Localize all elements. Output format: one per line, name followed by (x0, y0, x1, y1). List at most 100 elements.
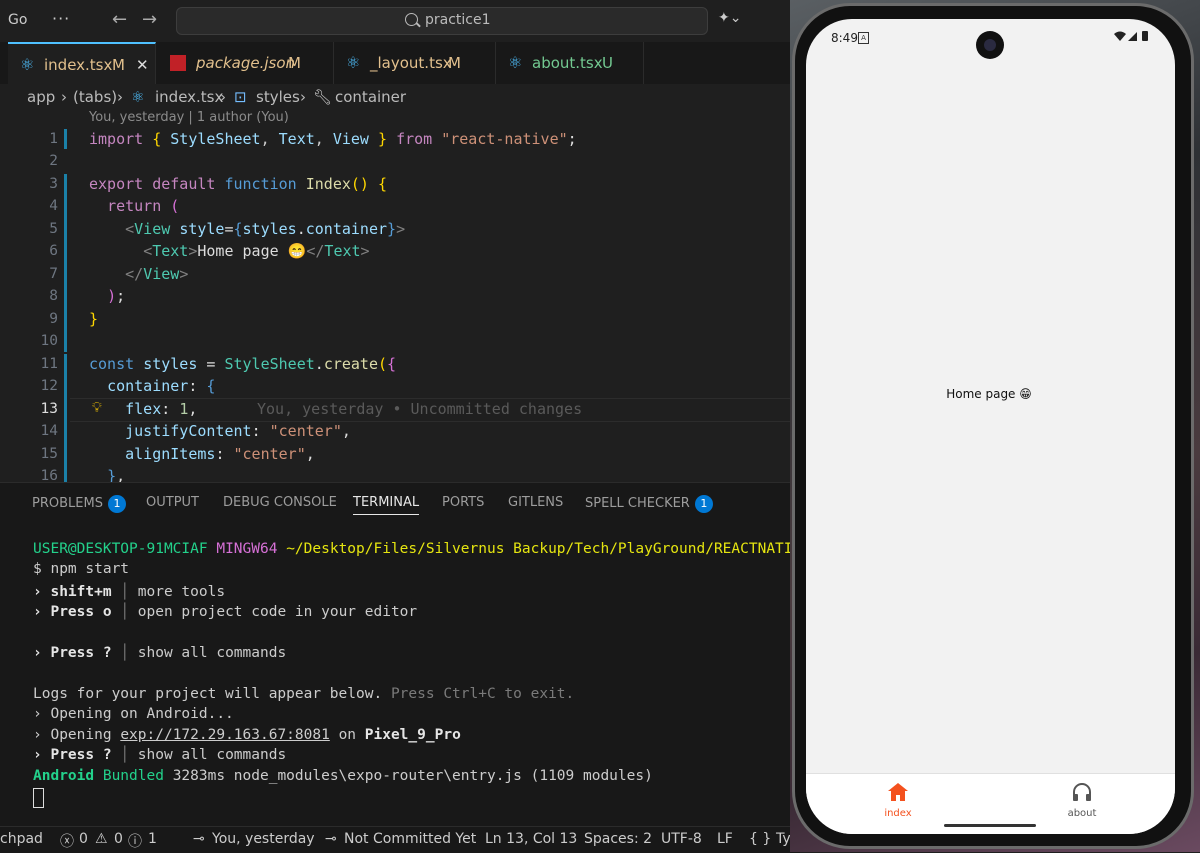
back-arrow-icon[interactable]: ← (112, 9, 127, 30)
line-number: 12 (40, 378, 58, 394)
terminal-line: › Press o │ open project code in your ed… (33, 604, 418, 620)
line-number: 5 (49, 221, 58, 237)
react-icon: ⚛ (508, 53, 523, 72)
tab-output[interactable]: OUTPUT (146, 495, 199, 510)
more-menu-icon[interactable]: ··· (52, 9, 70, 28)
code-line: }, (107, 467, 126, 482)
tab-label: package.json (196, 54, 296, 72)
terminal-line: Logs for your project will appear below.… (33, 686, 575, 702)
system-status-icons (1113, 30, 1151, 45)
braces-icon: { } (749, 831, 772, 847)
react-icon: ⚛ (346, 53, 361, 72)
dev-server-url[interactable]: exp://172.29.163.67:8081 (120, 727, 330, 743)
gesture-handle[interactable] (944, 824, 1036, 827)
info-count[interactable]: 1 (148, 831, 157, 847)
codelens-blame[interactable]: You, yesterday | 1 author (You) (89, 110, 289, 125)
code-line: flex: 1, (125, 400, 198, 418)
code-line: container: { (107, 377, 216, 395)
forward-arrow-icon[interactable]: → (142, 9, 157, 30)
home-page-text: Home page 😁 (946, 387, 1032, 401)
terminal-line: › Opening on Android... (33, 706, 234, 722)
status-time: 8:49 (831, 31, 858, 45)
tab-index-tsx[interactable]: ⚛ index.tsx M ✕ (8, 42, 156, 84)
line-number: 14 (40, 423, 58, 439)
close-icon[interactable]: ✕ (136, 44, 149, 86)
code-line: </View> (125, 265, 189, 283)
copilot-chat-icon[interactable]: ✦⌄ (718, 10, 741, 26)
tab-about[interactable]: about (1042, 782, 1122, 819)
error-count[interactable]: 0 (79, 831, 88, 847)
command-center-search[interactable]: practice1 (176, 7, 708, 35)
breadcrumb: app › (tabs) › ⚛ index.tsx › ⊡ styles › … (0, 84, 800, 110)
git-gutter-added (64, 174, 67, 352)
tab-label: index (884, 808, 912, 819)
wrench-icon: 🔧︎ (313, 88, 333, 106)
terminal-line: Android Bundled 3283ms node_modules\expo… (33, 768, 653, 784)
code-line: return ( (107, 197, 180, 215)
tab-problems[interactable]: PROBLEMS 1 (32, 495, 126, 513)
tab-ports[interactable]: PORTS (442, 495, 484, 510)
code-line: ); (107, 287, 126, 305)
search-icon (405, 13, 418, 26)
tab-status: M (112, 56, 125, 74)
tab-index[interactable]: index (858, 782, 938, 819)
breadcrumb-container[interactable]: container (335, 88, 406, 106)
notification-icon: A (858, 32, 869, 44)
bottom-panel: PROBLEMS 1 OUTPUT DEBUG CONSOLE TERMINAL … (0, 482, 801, 827)
status-commit[interactable]: Not Committed Yet (344, 831, 476, 847)
line-ending[interactable]: LF (717, 831, 733, 847)
terminal-line: › Opening exp://172.29.163.67:8081 on Pi… (33, 727, 461, 743)
tab-label: index.tsx (44, 56, 113, 74)
tab-about-tsx[interactable]: ⚛ about.tsx U (496, 42, 644, 84)
code-line: <View style={styles.container}> (125, 220, 406, 238)
tab-layout-tsx[interactable]: ⚛ _layout.tsx M (334, 42, 496, 84)
workspace-name: practice1 (425, 12, 491, 28)
info-icon[interactable]: ⓘ (128, 831, 142, 851)
terminal-line: › shift+m │ more tools (33, 584, 226, 600)
react-icon: ⚛ (20, 55, 35, 74)
terminal-line: › Press ? │ show all commands (33, 747, 287, 763)
line-number: 9 (49, 311, 58, 327)
variable-icon: ⊡ (234, 88, 247, 106)
terminal-command: $ npm start (33, 561, 130, 577)
code-line: justifyContent: "center", (125, 422, 351, 440)
tab-package-json[interactable]: package.json M (156, 42, 334, 84)
tab-label: about (1067, 808, 1097, 819)
indentation[interactable]: Spaces: 2 (584, 831, 652, 847)
line-number-current: 13 (40, 401, 58, 417)
breadcrumb-tabs[interactable]: (tabs) (73, 88, 117, 106)
inline-blame: You, yesterday • Uncommitted changes (257, 400, 583, 418)
tab-spell-checker[interactable]: SPELL CHECKER 1 (585, 495, 713, 513)
react-icon: ⚛ (131, 88, 145, 106)
line-number: 1 (49, 131, 58, 147)
code-editor[interactable]: You, yesterday | 1 author (You) 1 2 3 4 … (0, 110, 790, 482)
phone-screen[interactable]: 8:49 A Home page 😁 index about (806, 19, 1175, 834)
git-commit-icon: ⊸ (325, 831, 337, 847)
code-line: export default function Index() { (89, 175, 388, 193)
tab-terminal[interactable]: TERMINAL (353, 495, 420, 515)
breadcrumb-file[interactable]: index.tsx (155, 88, 223, 106)
git-gutter-added (64, 129, 67, 149)
go-menu[interactable]: Go (8, 12, 27, 28)
breadcrumb-app[interactable]: app (27, 88, 55, 106)
problems-count-badge: 1 (107, 495, 126, 513)
tab-debug-console[interactable]: DEBUG CONSOLE (223, 495, 337, 510)
code-line: <Text>Home page 😁</Text> (143, 242, 370, 260)
spell-count-badge: 1 (694, 495, 713, 513)
terminal-prompt: USER@DESKTOP-91MCIAF MINGW64 ~/Desktop/F… (33, 541, 801, 557)
status-blame[interactable]: You, yesterday (212, 831, 315, 847)
encoding[interactable]: UTF-8 (661, 831, 702, 847)
error-icon[interactable]: ⓧ (60, 831, 74, 851)
breadcrumb-styles[interactable]: styles (256, 88, 300, 106)
tab-gitlens[interactable]: GITLENS (508, 495, 563, 510)
status-left-item[interactable]: chpad (0, 831, 43, 847)
line-number: 15 (40, 446, 58, 462)
terminal-line: › Press ? │ show all commands (33, 645, 287, 661)
cursor-position[interactable]: Ln 13, Col 13 (485, 831, 577, 847)
status-bar: chpad ⓧ 0 ⚠ 0 ⓘ 1 ⊸ You, yesterday ⊸ Not… (0, 826, 834, 853)
warning-icon[interactable]: ⚠ (95, 831, 108, 847)
line-number: 3 (49, 176, 58, 192)
prompt-path: ~/Desktop/Files/Silvernus Backup/Tech/Pl… (286, 541, 802, 557)
warning-count[interactable]: 0 (114, 831, 123, 847)
code-line: alignItems: "center", (125, 445, 315, 463)
